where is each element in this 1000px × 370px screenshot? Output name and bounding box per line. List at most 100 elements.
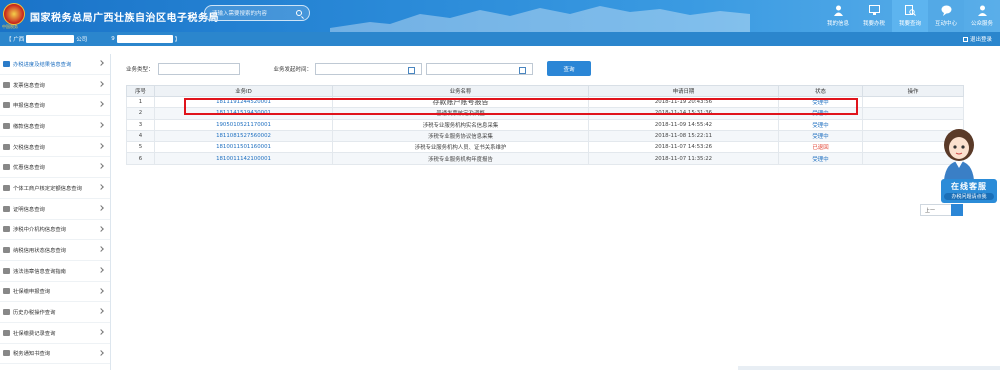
sidebar-item-history[interactable]: 历史办税操作查询 (0, 302, 110, 323)
search-doc-icon (904, 5, 916, 16)
calendar-icon[interactable] (519, 67, 527, 74)
emblem-text: 中国税务 (2, 24, 18, 29)
table-row: 3 1905010521170001 涉税专业服务机构实名信息采集 2018-1… (126, 118, 964, 131)
top-nav: 我的信息 我要办税 我要查询 互动中心 公众服务 (820, 0, 1000, 32)
highlight-box (184, 98, 858, 115)
cell-status[interactable]: 已退回 (778, 141, 863, 154)
cell-no: 3 (126, 118, 155, 131)
cell-id-link[interactable]: 1811081527560002 (154, 129, 333, 143)
query-button[interactable]: 查询 (547, 61, 591, 76)
sidebar-item-violation[interactable]: 违法违章信息查询指南 (0, 261, 110, 282)
online-service-button[interactable]: 在线客服 办税问题请点我 (941, 179, 997, 203)
nav-my-info[interactable]: 我的信息 (820, 0, 856, 32)
cell-status[interactable]: 受理中 (778, 129, 863, 143)
sidebar-item-invoice[interactable]: 发票信息查询 (0, 75, 110, 96)
cell-id-link[interactable]: 1810011142100001 (154, 152, 333, 165)
preference-icon (3, 164, 10, 171)
sidebar-item-payment[interactable]: 缴款信息查询 (0, 116, 110, 137)
payment-icon (3, 122, 10, 129)
chevron-right-icon (98, 204, 104, 211)
sidebar-item-preference[interactable]: 优惠信息查询 (0, 157, 110, 179)
business-type-input[interactable] (157, 63, 240, 75)
cell-id-link[interactable]: 1810011501160001 (154, 141, 333, 154)
col-header-action: 操作 (862, 85, 964, 97)
sidebar-item-social-payment[interactable]: 社保缴费记录查询 (0, 323, 110, 344)
chevron-right-icon (98, 80, 104, 87)
quota-icon (3, 184, 10, 191)
sidebar-item-progress-query[interactable]: 办税进度及结果信息查询 (0, 54, 110, 75)
cell-date: 2018-11-07 14:53:26 (588, 141, 779, 154)
search-input[interactable]: 请输入需要搜索的内容 (204, 5, 310, 21)
cell-name: 涉税专业服务机构实名信息采集 (332, 118, 589, 131)
user-icon (833, 5, 843, 16)
sidebar-item-certificate[interactable]: 证明信息查询 (0, 199, 110, 220)
sidebar-item-intermediary[interactable]: 涉税中介机构信息查询 (0, 220, 110, 241)
logout-label: 退出登录 (969, 37, 992, 43)
social-payment-icon (3, 329, 10, 336)
sidebar-item-credit[interactable]: 纳税信用状态信息查询 (0, 240, 110, 261)
search-icon[interactable] (296, 10, 302, 16)
company-info-bar: 【 广西 公司 9 】 退出登录 (0, 32, 1000, 46)
service-subtitle: 办税问题请点我 (944, 193, 994, 200)
nav-label: 公众服务 (970, 21, 993, 27)
logout-button[interactable]: 退出登录 (962, 35, 992, 43)
nav-query[interactable]: 我要查询 (892, 0, 928, 32)
sidebar: 办税进度及结果信息查询 发票信息查询 申报信息查询 缴款信息查询 欠税信息查询 … (0, 54, 111, 370)
col-header-no: 序号 (126, 85, 155, 97)
chevron-right-icon (98, 184, 104, 190)
tax-id-prefix: 9 (111, 36, 115, 42)
sidebar-item-declaration[interactable]: 申报信息查询 (0, 95, 110, 117)
bottom-strip (738, 366, 1000, 370)
sidebar-item-label: 缴款信息查询 (13, 123, 45, 130)
sidebar-item-notice[interactable]: 税务通知书查询 (0, 344, 110, 365)
chevron-right-icon (98, 349, 104, 356)
cell-status[interactable]: 受理中 (778, 152, 863, 165)
nav-label: 我要办税 (862, 21, 885, 27)
cell-date: 2018-11-08 15:22:11 (588, 129, 779, 143)
site-title: 国家税务总局广西壮族自治区电子税务局 (30, 13, 219, 24)
calendar-icon[interactable] (408, 67, 416, 74)
notice-icon (3, 350, 10, 357)
arrears-icon (3, 143, 10, 150)
chevron-right-icon (98, 267, 104, 273)
sidebar-item-individual-quota[interactable]: 个体工商户核定定额信息查询 (0, 178, 110, 199)
start-date-input[interactable] (315, 63, 423, 75)
person-service-icon (977, 5, 987, 16)
col-header-name: 业务名称 (332, 85, 589, 97)
sidebar-item-label: 办税进度及结果信息查询 (13, 61, 72, 68)
chevron-right-icon (98, 225, 104, 232)
top-header: 中国税务 国家税务总局广西壮族自治区电子税务局 请输入需要搜索的内容 我的信息 … (0, 0, 1000, 32)
filter-row: 业务类型： 业务发起时间： (126, 62, 534, 76)
cell-no: 6 (126, 152, 155, 165)
invoice-icon (3, 81, 10, 88)
intermediary-icon (3, 226, 10, 233)
redaction-mask (116, 35, 173, 43)
company-suffix: 公司 (76, 37, 88, 43)
company-prefix: 【 广西 (6, 37, 25, 43)
nav-public-service[interactable]: 公众服务 (964, 0, 1000, 32)
prev-page-button[interactable]: 上一 (920, 204, 952, 216)
nav-interaction[interactable]: 互动中心 (928, 0, 964, 32)
sidebar-item-label: 涉税中介机构信息查询 (13, 227, 66, 234)
list-icon (3, 60, 10, 67)
service-avatar-icon[interactable] (938, 128, 980, 180)
cell-date: 2018-11-07 11:35:22 (588, 152, 779, 165)
table-row: 4 1811081527560002 涉税专业服务协议信息采集 2018-11-… (126, 129, 964, 143)
chevron-right-icon (98, 163, 104, 170)
violation-icon (3, 267, 10, 274)
cell-name: 涉税专业服务机构人员、证书关系维护 (332, 141, 589, 154)
sidebar-item-label: 社保缴申报查询 (13, 289, 51, 296)
credit-icon (3, 247, 10, 254)
declaration-icon (3, 102, 10, 109)
table-header-row: 序号 业务ID 业务名称 申请日期 状态 操作 (126, 85, 964, 97)
sidebar-item-social-declaration[interactable]: 社保缴申报查询 (0, 282, 110, 303)
page-button[interactable] (951, 204, 963, 216)
cell-id-link[interactable]: 1905010521170001 (154, 118, 333, 131)
nav-label: 我的信息 (826, 21, 849, 27)
nav-do-tax[interactable]: 我要办税 (856, 0, 892, 32)
cell-status[interactable]: 受理中 (778, 118, 863, 131)
chevron-right-icon (98, 287, 104, 294)
sidebar-item-label: 发票信息查询 (13, 82, 45, 89)
end-date-input[interactable] (426, 63, 534, 75)
sidebar-item-arrears[interactable]: 欠税信息查询 (0, 137, 110, 158)
